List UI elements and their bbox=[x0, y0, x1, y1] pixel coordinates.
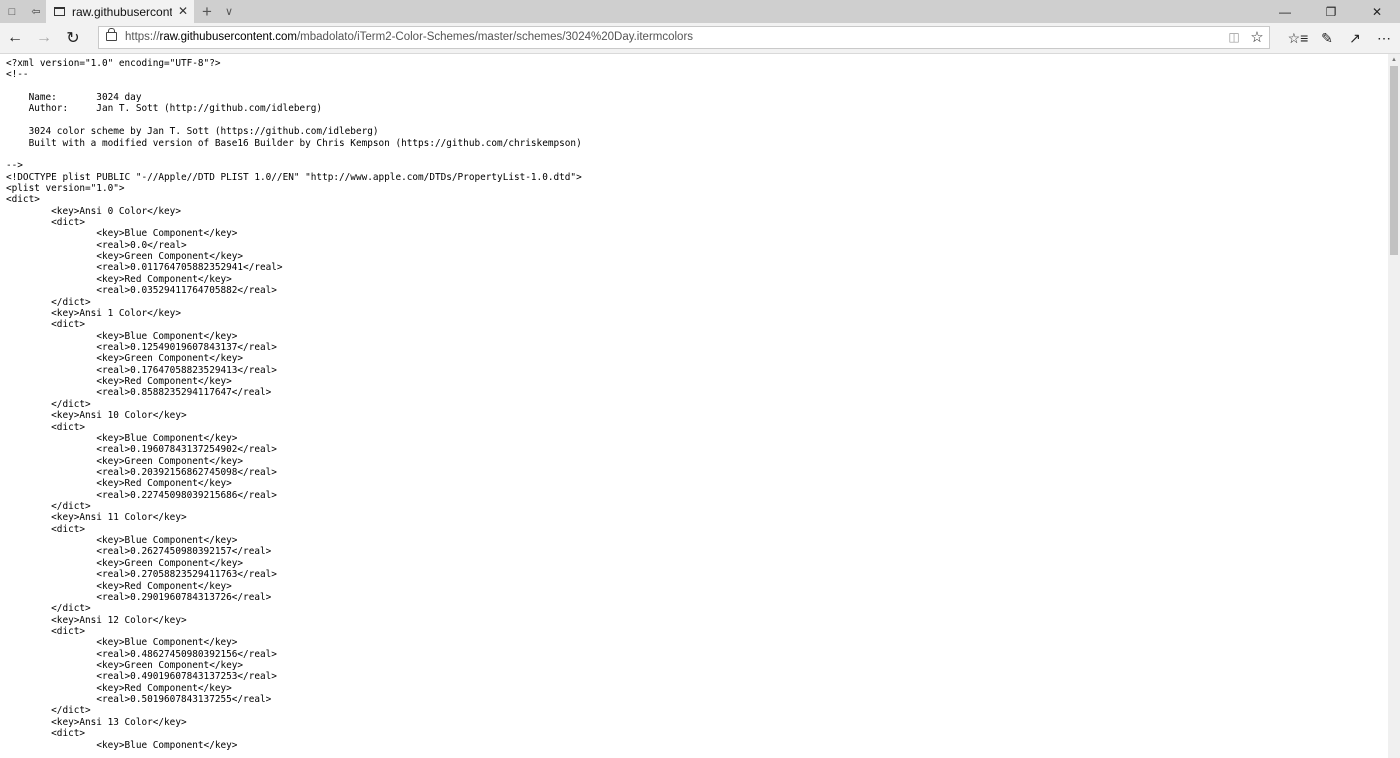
close-icon[interactable]: ✕ bbox=[1354, 0, 1400, 23]
refresh-icon: ↻ bbox=[66, 30, 80, 47]
source-line: <real>0.19607843137254902</real> bbox=[6, 444, 277, 456]
source-line: <key>Blue Component</key> bbox=[6, 330, 238, 342]
xml-source-text: <?xml version="1.0" encoding="UTF-8"?> <… bbox=[0, 54, 1388, 751]
pen-icon[interactable]: ✎ bbox=[1313, 23, 1341, 53]
chevron-down-icon[interactable]: ∨ bbox=[220, 0, 238, 23]
lock-icon[interactable] bbox=[106, 28, 117, 41]
source-line: <real>0.27058823529411763</real> bbox=[6, 569, 277, 581]
source-line: <key>Green Component</key> bbox=[6, 353, 244, 365]
source-line: </dict> bbox=[6, 603, 91, 615]
ellipsis-icon[interactable]: ⋯ bbox=[1370, 23, 1398, 53]
arrow-right-icon: → bbox=[36, 29, 52, 46]
url-text[interactable]: https://raw.githubusercontent.com/mbadol… bbox=[125, 31, 693, 43]
source-line: <real>0.49019607843137253</real> bbox=[6, 671, 277, 683]
source-line: </dict> bbox=[6, 398, 91, 410]
source-line: </dict> bbox=[6, 705, 91, 717]
source-line: <dict> bbox=[6, 523, 86, 535]
source-line: <key>Red Component</key> bbox=[6, 478, 232, 490]
source-line: <key>Red Component</key> bbox=[6, 580, 232, 592]
star-icon[interactable]: ☆ bbox=[1249, 28, 1265, 46]
close-tab-icon[interactable]: ✕ bbox=[178, 4, 188, 18]
forward-button[interactable]: → bbox=[30, 23, 58, 53]
source-line: </dict> bbox=[6, 296, 91, 308]
source-line: <dict> bbox=[6, 421, 86, 433]
url-path: /mbadolato/iTerm2-Color-Schemes/master/s… bbox=[296, 31, 694, 43]
source-line: <real>0.0</real> bbox=[6, 239, 187, 251]
navigation-bar: ← → ↻ https://raw.githubusercontent.com/… bbox=[0, 23, 1400, 54]
source-line: <real>0.011764705882352941</real> bbox=[6, 262, 283, 274]
source-line: <key>Blue Component</key> bbox=[6, 637, 238, 649]
source-line: <real>0.2901960784313726</real> bbox=[6, 591, 272, 603]
source-line: Built with a modified version of Base16 … bbox=[6, 137, 582, 149]
source-line: <!-- bbox=[6, 69, 29, 81]
source-line: <dict> bbox=[6, 625, 86, 637]
minimize-icon[interactable]: — bbox=[1262, 0, 1308, 23]
set-aside-tabs-icon[interactable]: ⇦ bbox=[24, 0, 48, 23]
source-line: <dict> bbox=[6, 217, 86, 229]
source-line: <key>Ansi 13 Color</key> bbox=[6, 716, 187, 728]
source-line: <real>0.12549019607843137</real> bbox=[6, 341, 277, 353]
tab-raw-githubusercontent[interactable]: raw.githubusercontent.c ✕ bbox=[46, 0, 194, 23]
source-line: Author: Jan T. Sott (http://github.com/i… bbox=[6, 103, 323, 115]
refresh-button[interactable]: ↻ bbox=[59, 23, 87, 53]
tab-actions-icon[interactable]: □ bbox=[0, 0, 24, 23]
source-line: <key>Ansi 12 Color</key> bbox=[6, 614, 187, 626]
back-button[interactable]: ← bbox=[1, 23, 29, 53]
source-line: <key>Green Component</key> bbox=[6, 660, 244, 672]
source-line: Name: 3024 day bbox=[6, 92, 142, 104]
source-line: <key>Ansi 11 Color</key> bbox=[6, 512, 187, 524]
url-host: raw.githubusercontent.com bbox=[159, 31, 297, 43]
source-line: <key>Blue Component</key> bbox=[6, 432, 238, 444]
source-line: <real>0.17647058823529413</real> bbox=[6, 364, 277, 376]
source-line: <key>Green Component</key> bbox=[6, 251, 244, 263]
share-icon[interactable]: ↗ bbox=[1341, 23, 1369, 53]
source-line: </dict> bbox=[6, 501, 91, 513]
tab-title: raw.githubusercontent.c bbox=[72, 4, 172, 19]
source-line: <key>Blue Component</key> bbox=[6, 535, 238, 547]
address-bar[interactable]: https://raw.githubusercontent.com/mbadol… bbox=[98, 26, 1270, 49]
source-line: <real>0.8588235294117647</real> bbox=[6, 387, 272, 399]
source-line: <real>0.48627450980392156</real> bbox=[6, 648, 277, 660]
source-line: <key>Red Component</key> bbox=[6, 273, 232, 285]
tab-strip: □ ⇦ raw.githubusercontent.c ✕ + ∨ — ❐ ✕ bbox=[0, 0, 1400, 23]
source-line: <key>Ansi 0 Color</key> bbox=[6, 205, 181, 217]
page-content: <?xml version="1.0" encoding="UTF-8"?> <… bbox=[0, 54, 1388, 758]
source-line: <key>Blue Component</key> bbox=[6, 228, 238, 240]
source-line: <?xml version="1.0" encoding="UTF-8"?> bbox=[6, 58, 221, 69]
arrow-left-icon: ← bbox=[7, 29, 23, 46]
restore-icon[interactable]: ❐ bbox=[1308, 0, 1354, 23]
scroll-up-arrow-icon[interactable]: ▲ bbox=[1388, 54, 1400, 66]
vertical-scrollbar[interactable]: ▲ bbox=[1388, 54, 1400, 758]
source-line: <key>Green Component</key> bbox=[6, 455, 244, 467]
favorites-list-icon[interactable]: ☆≡ bbox=[1284, 23, 1312, 53]
source-line: <!DOCTYPE plist PUBLIC "-//Apple//DTD PL… bbox=[6, 171, 582, 183]
new-tab-button[interactable]: + bbox=[197, 0, 217, 23]
source-line: <key>Red Component</key> bbox=[6, 376, 232, 388]
source-line: 3024 color scheme by Jan T. Sott (https:… bbox=[6, 126, 379, 138]
source-line: <key>Green Component</key> bbox=[6, 557, 244, 569]
source-line: <key>Ansi 10 Color</key> bbox=[6, 410, 187, 422]
source-line: <dict> bbox=[6, 319, 86, 331]
source-line: <plist version="1.0"> bbox=[6, 182, 125, 194]
source-line: <key>Ansi 1 Color</key> bbox=[6, 307, 181, 319]
source-line: <real>0.2627450980392157</real> bbox=[6, 546, 272, 558]
source-line: <real>0.20392156862745098</real> bbox=[6, 466, 277, 478]
source-line: <real>0.22745098039215686</real> bbox=[6, 489, 277, 501]
page-icon bbox=[54, 7, 65, 16]
source-line: <real>0.03529411764705882</real> bbox=[6, 285, 277, 297]
url-scheme: https:// bbox=[125, 31, 160, 43]
source-line: <real>0.5019607843137255</real> bbox=[6, 694, 272, 706]
source-line: <key>Blue Component</key> bbox=[6, 739, 238, 751]
source-line: <key>Red Component</key> bbox=[6, 682, 232, 694]
book-icon[interactable]: ◫ bbox=[1227, 30, 1241, 44]
source-line: <dict> bbox=[6, 728, 86, 740]
scrollbar-thumb[interactable] bbox=[1390, 66, 1398, 255]
source-line: --> bbox=[6, 160, 23, 172]
source-line: <dict> bbox=[6, 194, 40, 206]
